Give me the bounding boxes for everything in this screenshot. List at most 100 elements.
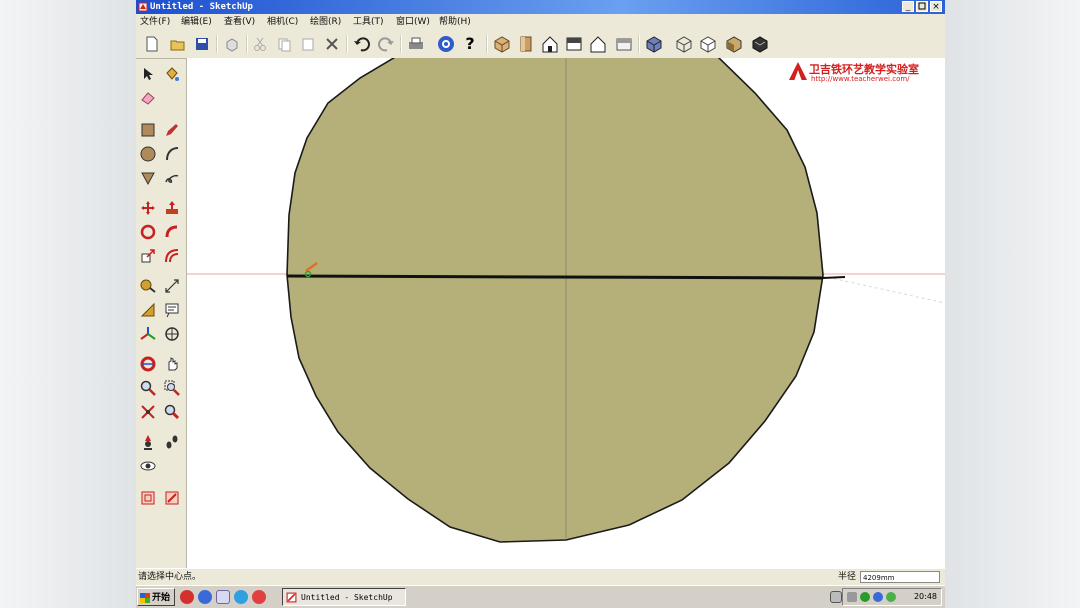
tray-network-icon[interactable] [860,592,870,602]
help-icon[interactable]: ? [460,34,480,54]
taskbar: 开始 Untitled - SketchUp 20:48 [136,585,945,608]
section-display-icon[interactable] [162,488,182,508]
menu-file[interactable]: 文件(F) [140,14,170,30]
arc-icon[interactable] [162,144,182,164]
menu-window[interactable]: 窗口(W) [396,14,430,30]
sketchup-app-icon [138,2,148,12]
status-bar: 请选择中心点。 半径 4209mm [136,568,945,586]
axes-icon[interactable] [138,324,158,344]
zoom-window-icon[interactable] [162,378,182,398]
tray-status-icon[interactable] [886,592,896,602]
new-icon[interactable] [142,34,162,54]
save-icon[interactable] [192,34,212,54]
toolbar-separator [246,35,248,53]
tray-volume-icon[interactable] [873,592,883,602]
redo-icon[interactable] [376,34,396,54]
shaded-textures-icon[interactable] [750,34,770,54]
status-message: 请选择中心点。 [138,572,202,582]
push-pull-icon[interactable] [162,198,182,218]
position-camera-icon[interactable] [138,432,158,452]
menu-camera[interactable]: 相机(C) [267,14,298,30]
maximize-icon [918,2,926,10]
model-viewport [187,58,945,543]
sketchup-task-icon [286,592,297,603]
maximize-button[interactable] [916,1,928,12]
freehand-icon[interactable] [162,168,182,188]
tray-arrow-icon[interactable] [847,592,857,602]
desktop-icon[interactable] [216,590,230,604]
print-icon[interactable] [406,34,426,54]
scale-icon[interactable] [138,246,158,266]
look-around-icon[interactable] [138,456,158,476]
model-info-icon[interactable] [436,34,456,54]
follow-me-icon[interactable] [162,222,182,242]
make-component-icon[interactable] [222,34,242,54]
text-icon[interactable] [162,300,182,320]
vcc-input[interactable]: 4209mm [860,571,940,583]
green-axis-dashed [821,275,945,304]
back-view-icon[interactable] [588,34,608,54]
move-icon[interactable] [138,198,158,218]
3d-text-icon[interactable] [162,324,182,344]
erase-icon[interactable] [322,34,342,54]
paste-icon[interactable] [298,34,318,54]
right-view-icon[interactable] [564,34,584,54]
minimize-icon: _ [905,2,911,12]
section-plane-icon[interactable] [138,488,158,508]
zoom-icon[interactable] [138,378,158,398]
walk-icon[interactable] [162,432,182,452]
app-icon[interactable] [252,590,266,604]
cut-icon[interactable] [250,34,270,54]
rectangle-icon[interactable] [138,120,158,140]
window-title: Untitled - SketchUp [150,2,253,12]
iso-view-icon[interactable] [492,34,512,54]
menu-help[interactable]: 帮助(H) [439,14,471,30]
dimension-icon[interactable] [162,276,182,296]
undo-icon[interactable] [352,34,372,54]
menu-tools[interactable]: 工具(T) [353,14,384,30]
offset-icon[interactable] [162,246,182,266]
browser-icon[interactable] [198,590,212,604]
pan-icon[interactable] [162,354,182,374]
sketchup-window: Untitled - SketchUp _ × 文件(F) 编辑(E) 查看(V… [136,0,945,608]
close-button[interactable]: × [930,1,942,12]
menu-view[interactable]: 查看(V) [224,14,255,30]
wireframe-icon[interactable] [674,34,694,54]
toolbar-separator [216,35,218,53]
front-view-icon[interactable] [540,34,560,54]
media-icon[interactable] [234,590,248,604]
top-view-icon[interactable] [516,34,536,54]
rotate-icon[interactable] [138,222,158,242]
circle-icon[interactable] [138,144,158,164]
start-button[interactable]: 开始 [137,588,175,606]
select-icon[interactable] [138,64,158,84]
vcc-label: 半径 [838,572,857,582]
xray-icon[interactable] [644,34,664,54]
screen: Untitled - SketchUp _ × 文件(F) 编辑(E) 查看(V… [0,0,1080,608]
hidden-line-icon[interactable] [698,34,718,54]
protractor-icon[interactable] [138,300,158,320]
left-view-icon[interactable] [614,34,634,54]
copy-icon[interactable] [274,34,294,54]
minimize-button[interactable]: _ [902,1,914,12]
shaded-icon[interactable] [724,34,744,54]
toolbar-separator [486,35,488,53]
open-icon[interactable] [168,34,188,54]
menu-draw[interactable]: 绘图(R) [310,14,341,30]
eraser-icon[interactable] [138,88,158,108]
drawing-canvas[interactable]: 卫吉铁环艺教学实验室 http://www.teacherwei.com/ [187,58,945,568]
zoom-extents-icon[interactable] [138,402,158,422]
taskbar-item-label: Untitled - SketchUp [301,593,393,602]
orbit-icon[interactable] [138,354,158,374]
watermark-url: http://www.teacherwei.com/ [811,75,910,83]
menu-edit[interactable]: 编辑(E) [181,14,212,30]
circle-face[interactable] [286,58,824,543]
taskbar-item-sketchup[interactable]: Untitled - SketchUp [282,588,406,606]
polygon-icon[interactable] [138,168,158,188]
paint-bucket-icon[interactable] [162,64,182,84]
keyboard-icon[interactable] [830,591,842,603]
quicklaunch-icon[interactable] [180,590,194,604]
tape-measure-icon[interactable] [138,276,158,296]
previous-view-icon[interactable] [162,402,182,422]
pencil-icon[interactable] [162,120,182,140]
